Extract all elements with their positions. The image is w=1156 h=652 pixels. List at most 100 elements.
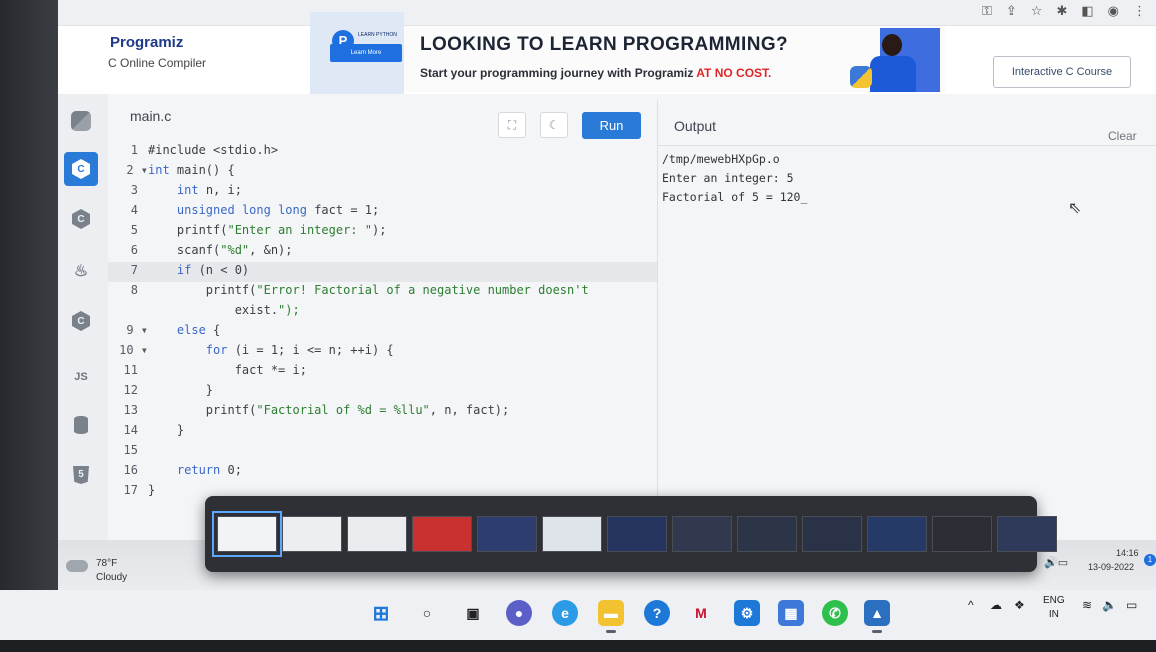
interactive-course-button[interactable]: Interactive C Course bbox=[993, 56, 1131, 88]
teams-chat-icon[interactable]: ● bbox=[506, 600, 532, 626]
line-number: 9 ▾ bbox=[126, 323, 148, 337]
line-number: 16 bbox=[123, 463, 138, 477]
window-thumbnail[interactable] bbox=[997, 516, 1057, 552]
key-icon[interactable]: ⚿ bbox=[982, 4, 992, 19]
javascript-icon: JS bbox=[74, 371, 88, 383]
onedrive-icon[interactable]: ☁ bbox=[990, 598, 1002, 612]
window-thumbnail[interactable] bbox=[802, 516, 862, 552]
extensions-icon[interactable]: ✱ bbox=[1056, 4, 1067, 19]
code-text: scanf("%d", &n); bbox=[148, 243, 293, 257]
database-icon bbox=[74, 416, 88, 434]
search-icon[interactable]: ○ bbox=[414, 600, 440, 626]
cpp-icon: C bbox=[72, 209, 90, 229]
window-thumbnail[interactable] bbox=[932, 516, 992, 552]
window-thumbnail[interactable] bbox=[607, 516, 667, 552]
help-icon[interactable]: ? bbox=[644, 600, 670, 626]
input-language[interactable]: ENG IN bbox=[1043, 594, 1065, 622]
edge-icon[interactable]: e bbox=[552, 600, 578, 626]
line-number: 13 bbox=[123, 403, 138, 417]
output-line: /tmp/mewebHXpGp.o bbox=[662, 152, 780, 166]
battery-icon[interactable]: ▭ bbox=[1126, 598, 1137, 612]
active-app-indicator bbox=[606, 630, 616, 633]
file-tab[interactable]: main.c bbox=[130, 108, 171, 124]
windows-start-icon[interactable]: ⊞ bbox=[368, 600, 394, 626]
dropbox-icon[interactable]: ❖ bbox=[1014, 598, 1025, 612]
language-rail: C C ♨ C JS 5 bbox=[58, 94, 108, 544]
weather-description[interactable]: Cloudy bbox=[96, 572, 127, 583]
rail-item-javascript[interactable]: JS bbox=[64, 360, 98, 394]
code-text: } bbox=[148, 423, 185, 437]
share-icon[interactable]: ⇪ bbox=[1006, 4, 1017, 19]
clock-time[interactable]: 14:16 bbox=[1116, 548, 1139, 558]
ad-title: LOOKING TO LEARN PROGRAMMING? bbox=[420, 34, 789, 55]
fullscreen-icon[interactable]: ⛶ bbox=[498, 112, 526, 138]
output-title: Output bbox=[674, 118, 717, 134]
line-number: 5 bbox=[130, 223, 138, 237]
window-thumbnail[interactable] bbox=[347, 516, 407, 552]
ad-subtitle: Start your programming journey with Prog… bbox=[420, 66, 772, 80]
csharp-icon: C bbox=[72, 311, 90, 331]
rail-item-cpp[interactable]: C bbox=[64, 202, 98, 236]
run-button[interactable]: Run bbox=[582, 112, 641, 139]
mouse-cursor-icon: ⇖ bbox=[1068, 200, 1082, 217]
ad-learn-more-button[interactable]: Learn More bbox=[330, 44, 402, 62]
photos-icon[interactable]: ▲ bbox=[864, 600, 890, 626]
volume-icon[interactable]: 🔈 bbox=[1102, 598, 1117, 612]
window-thumbnail[interactable] bbox=[867, 516, 927, 552]
code-editor[interactable]: 1 #include <stdio.h> 2 ▾ int main() {3 int … bbox=[108, 140, 658, 540]
window-thumbnail[interactable] bbox=[212, 511, 282, 557]
rail-item-python[interactable] bbox=[64, 104, 98, 138]
windows-taskbar: ⊞ ○ ▣ ● e ▬ ? M ⚙ ▦ ✆ ▲ ^ ☁ ❖ ENG IN ≋ 🔈 … bbox=[0, 590, 1156, 640]
profile-icon[interactable]: ◉ bbox=[1108, 4, 1119, 19]
browser-toolbar: ⚿ ⇪ ☆ ✱ ◧ ◉ ⋮ bbox=[58, 0, 1156, 26]
java-icon: ♨ bbox=[73, 263, 89, 280]
line-number: 8 bbox=[130, 283, 138, 297]
rail-item-sql[interactable] bbox=[64, 408, 98, 442]
code-text: exist."); bbox=[148, 303, 300, 317]
rail-item-csharp[interactable]: C bbox=[64, 304, 98, 338]
monitor-bezel-bottom bbox=[0, 640, 1156, 652]
clock-date[interactable]: 13-09-2022 bbox=[1088, 562, 1134, 572]
weather-temperature[interactable]: 78°F bbox=[96, 558, 117, 569]
line-number: 4 bbox=[130, 203, 138, 217]
rail-item-java[interactable]: ♨ bbox=[64, 254, 98, 288]
wifi-icon[interactable]: ≋ bbox=[1082, 598, 1092, 612]
microsoft-store-icon[interactable]: ▦ bbox=[778, 600, 804, 626]
html5-icon: 5 bbox=[73, 466, 89, 484]
window-thumbnail[interactable] bbox=[412, 516, 472, 552]
clear-button[interactable]: Clear bbox=[1108, 129, 1137, 143]
window-thumbnail[interactable] bbox=[542, 516, 602, 552]
task-view-icon[interactable]: ▣ bbox=[460, 600, 486, 626]
file-explorer-icon[interactable]: ▬ bbox=[598, 600, 624, 626]
code-text: fact *= i; bbox=[148, 363, 307, 377]
rail-item-c[interactable]: C bbox=[64, 152, 98, 186]
page-header: Programiz C Online Compiler P LEARN PYTH… bbox=[58, 12, 1156, 94]
c-language-icon: C bbox=[72, 159, 90, 179]
ad-book-image: P LEARN PYTHON Learn More bbox=[310, 12, 404, 94]
notification-badge[interactable]: 1 bbox=[1144, 554, 1156, 566]
sidebar-icon[interactable]: ◧ bbox=[1081, 4, 1093, 19]
tray-overflow-icon[interactable]: ^ bbox=[968, 598, 974, 612]
output-line: Enter an integer: 5 bbox=[662, 171, 794, 185]
window-thumbnail[interactable] bbox=[282, 516, 342, 552]
window-thumbnail[interactable] bbox=[737, 516, 797, 552]
code-text: else { bbox=[176, 323, 221, 337]
window-thumbnail[interactable] bbox=[477, 516, 537, 552]
code-text: int main() { bbox=[148, 163, 235, 177]
mcafee-icon[interactable]: M bbox=[688, 600, 714, 626]
volume-icon[interactable]: 🔊▭ bbox=[1044, 556, 1068, 569]
panel-divider[interactable] bbox=[657, 100, 658, 500]
cloud-icon bbox=[66, 560, 88, 572]
star-icon[interactable]: ☆ bbox=[1031, 4, 1043, 19]
whatsapp-icon[interactable]: ✆ bbox=[822, 600, 848, 626]
theme-toggle-icon[interactable]: ☾ bbox=[540, 112, 568, 138]
rail-item-html[interactable]: 5 bbox=[64, 458, 98, 492]
menu-icon[interactable]: ⋮ bbox=[1133, 4, 1146, 19]
active-app-indicator bbox=[872, 630, 882, 633]
python-icon bbox=[71, 111, 91, 131]
code-text: unsigned long long fact = 1; bbox=[176, 203, 380, 217]
settings-icon[interactable]: ⚙ bbox=[734, 600, 760, 626]
window-thumbnail[interactable] bbox=[672, 516, 732, 552]
ad-banner[interactable]: P LEARN PYTHON Learn More LOOKING TO LEA… bbox=[310, 12, 946, 94]
programiz-logo[interactable]: Programiz bbox=[110, 34, 183, 51]
